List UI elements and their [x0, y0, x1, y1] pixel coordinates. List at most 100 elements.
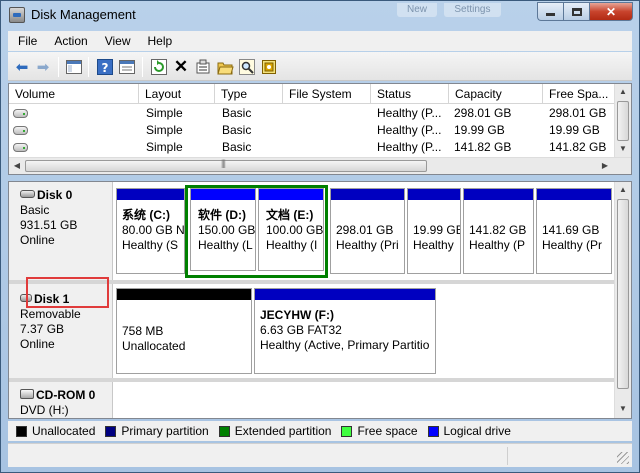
- search-icon[interactable]: [238, 58, 256, 76]
- partition-141-69gb[interactable]: 141.69 GB Healthy (Pr: [536, 188, 612, 274]
- partition-e[interactable]: 文档 (E:) 100.00 GB Healthy (I: [258, 188, 324, 271]
- partition-status: Healthy (Pr: [542, 238, 603, 252]
- column-capacity[interactable]: Capacity: [449, 84, 543, 104]
- toolbar-separator: [142, 57, 143, 77]
- partition-status: Healthy (I: [266, 238, 318, 252]
- settings-icon[interactable]: [194, 58, 212, 76]
- partition-unallocated[interactable]: 758 MB Unallocated: [116, 288, 252, 374]
- column-volume[interactable]: Volume: [9, 84, 139, 104]
- legend-swatch: [218, 425, 230, 437]
- window-controls: ✕: [537, 2, 633, 21]
- minimize-button[interactable]: [537, 2, 563, 21]
- legend-item: Free space: [341, 424, 418, 438]
- partition-f[interactable]: JECYHW (F:) 6.63 GB FAT32 Healthy (Activ…: [254, 288, 436, 374]
- open-icon[interactable]: [216, 58, 234, 76]
- partition-size: 100.00 GB: [266, 223, 324, 237]
- cdrom-0-row: CD-ROM 0 DVD (H:): [9, 382, 615, 418]
- partition-details: 系统 (C:) 80.00 GB N Healthy (S: [117, 200, 184, 273]
- partition-status: Healthy (Active, Primary Partitio: [260, 338, 430, 352]
- partition-status: Healthy (Pri: [336, 238, 399, 252]
- partition-19gb[interactable]: 19.99 GB Healthy: [407, 188, 461, 274]
- toolbar-separator: [58, 57, 59, 77]
- table-row[interactable]: Simple Basic Healthy (P... 141.82 GB 141…: [9, 139, 615, 156]
- cdrom-0-info[interactable]: CD-ROM 0 DVD (H:): [9, 382, 113, 418]
- column-layout[interactable]: Layout: [139, 84, 215, 104]
- legend-label: Unallocated: [32, 424, 96, 438]
- scroll-down-icon[interactable]: ▼: [615, 401, 631, 417]
- partition-size: 141.69 GB: [542, 223, 600, 237]
- menu-action[interactable]: Action: [47, 34, 94, 48]
- volume-list-horizontal-scrollbar[interactable]: ◀ ▶: [9, 157, 631, 174]
- partition-color-bar: [537, 189, 611, 200]
- partition-141gb[interactable]: 141.82 GB Healthy (P: [463, 188, 534, 274]
- title-bar[interactable]: Disk Management New Settings ✕: [1, 1, 639, 29]
- cell-free: 19.99 GB: [549, 123, 600, 137]
- scroll-up-icon[interactable]: ▲: [615, 84, 631, 100]
- partition-d[interactable]: 软件 (D:) 150.00 GB Healthy (L: [190, 188, 256, 271]
- table-row[interactable]: Simple Basic Healthy (P... 19.99 GB 19.9…: [9, 122, 615, 139]
- column-type[interactable]: Type: [215, 84, 283, 104]
- maximize-button[interactable]: [563, 2, 589, 21]
- table-row[interactable]: Simple Basic Healthy (P... 298.01 GB 298…: [9, 105, 615, 122]
- partition-details: 141.82 GB Healthy (P: [464, 200, 533, 273]
- partition-color-bar: [191, 189, 255, 200]
- close-button[interactable]: ✕: [589, 2, 633, 21]
- scroll-thumb[interactable]: [617, 101, 629, 141]
- column-free-space[interactable]: Free Spa...: [543, 84, 615, 104]
- partition-298gb[interactable]: 298.01 GB Healthy (Pri: [330, 188, 405, 274]
- refresh-icon[interactable]: [150, 58, 168, 76]
- column-status[interactable]: Status: [371, 84, 449, 104]
- partition-color-bar: [464, 189, 533, 200]
- scroll-down-icon[interactable]: ▼: [615, 141, 631, 157]
- cell-type: Basic: [222, 106, 252, 120]
- partition-label: 软件 (D:): [198, 208, 246, 222]
- hard-disk-icon: [20, 190, 35, 198]
- partition-status: Healthy (P: [469, 238, 526, 252]
- partition-label: 文档 (E:): [266, 208, 314, 222]
- scroll-thumb[interactable]: [25, 158, 427, 172]
- disk-name: CD-ROM 0: [36, 388, 96, 402]
- legend-swatch: [105, 425, 117, 437]
- disk-0-info[interactable]: Disk 0 Basic 931.51 GB Online: [9, 182, 113, 280]
- partition-details: 19.99 GB Healthy: [408, 200, 460, 273]
- legend-item: Primary partition: [105, 424, 209, 438]
- legend-item: Logical drive: [427, 424, 511, 438]
- back-icon[interactable]: ⬅: [13, 58, 31, 76]
- partition-label: 系统 (C:): [122, 208, 170, 222]
- cell-layout: Simple: [146, 140, 183, 154]
- partition-size: 298.01 GB: [336, 223, 394, 237]
- legend-swatch: [16, 425, 27, 437]
- delete-icon[interactable]: ✕: [172, 57, 190, 76]
- status-bar-panel: [8, 447, 508, 465]
- export-icon[interactable]: [260, 58, 278, 76]
- menu-bar: File Action View Help: [8, 31, 632, 51]
- partition-size: 141.82 GB: [469, 223, 527, 237]
- disk-0-row: Disk 0 Basic 931.51 GB Online 系统 (C:) 80…: [9, 182, 615, 280]
- disk-view-vertical-scrollbar[interactable]: ▲ ▼: [614, 182, 631, 418]
- ghost-tab: New: [397, 3, 438, 17]
- menu-help[interactable]: Help: [141, 34, 180, 48]
- forward-icon[interactable]: ➡: [34, 58, 52, 76]
- partition-size: 6.63 GB FAT32: [260, 323, 342, 337]
- legend-swatch: [427, 425, 439, 437]
- scroll-right-icon[interactable]: ▶: [597, 158, 613, 174]
- console-tree-icon[interactable]: [65, 58, 83, 76]
- menu-file[interactable]: File: [11, 34, 44, 48]
- column-file-system[interactable]: File System: [283, 84, 371, 104]
- resize-grip-icon[interactable]: [617, 452, 629, 464]
- cell-free: 141.82 GB: [549, 140, 607, 154]
- partition-color-bar: [117, 189, 184, 200]
- scroll-left-icon[interactable]: ◀: [9, 158, 25, 174]
- partition-c[interactable]: 系统 (C:) 80.00 GB N Healthy (S: [116, 188, 185, 274]
- properties-icon[interactable]: [118, 58, 136, 76]
- menu-view[interactable]: View: [98, 34, 138, 48]
- partition-label: JECYHW (F:): [260, 308, 334, 322]
- cell-capacity: 141.82 GB: [454, 140, 512, 154]
- volume-list-vertical-scrollbar[interactable]: ▲ ▼: [614, 84, 631, 158]
- disk-name: Disk 0: [37, 188, 73, 202]
- volume-icon: [13, 143, 28, 152]
- help-icon[interactable]: ?: [96, 58, 114, 76]
- scroll-up-icon[interactable]: ▲: [615, 182, 631, 198]
- partition-color-bar: [408, 189, 460, 200]
- scroll-thumb[interactable]: [617, 199, 629, 389]
